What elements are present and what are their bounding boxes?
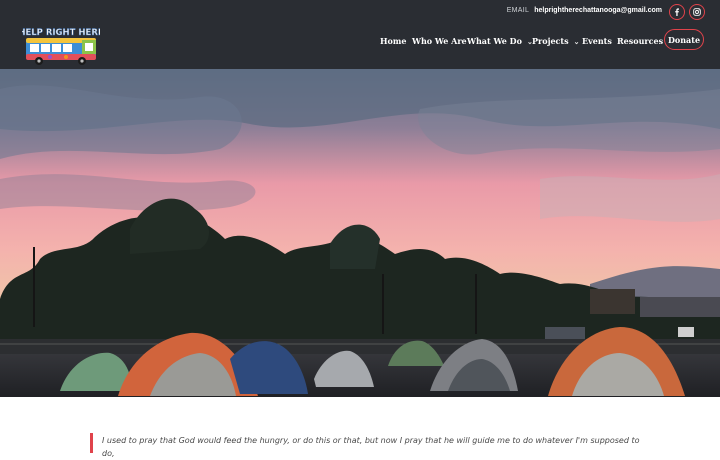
- nav-resources[interactable]: Resources: [617, 36, 663, 46]
- nav-projects[interactable]: Projects ⌄: [532, 36, 580, 46]
- quote-section: I used to pray that God would feed the h…: [0, 397, 720, 458]
- chevron-down-icon: ⌄: [573, 36, 580, 46]
- instagram-icon[interactable]: [689, 4, 705, 20]
- quote-accent-bar: [90, 433, 93, 453]
- email-label: EMAIL: [506, 7, 529, 14]
- site-logo[interactable]: HELP RIGHT HERE: [18, 26, 104, 68]
- nav-events[interactable]: Events: [582, 36, 612, 46]
- nav-who-we-are-label: Who We Are: [412, 36, 467, 46]
- facebook-icon[interactable]: [669, 4, 685, 20]
- nav-home[interactable]: Home: [380, 36, 406, 46]
- logo-lettering: HELP RIGHT HERE: [22, 28, 100, 38]
- top-bar: EMAIL helprightherechattanooga@gmail.com: [0, 0, 720, 24]
- nav-resources-label: Resources: [617, 36, 664, 46]
- contact-email[interactable]: EMAIL helprightherechattanooga@gmail.com: [507, 7, 662, 14]
- nav-projects-label: Projects: [532, 36, 569, 46]
- nav-who-we-are[interactable]: Who We Are: [412, 36, 467, 46]
- nav-home-label: Home: [380, 36, 407, 46]
- quote-text: I used to pray that God would feed the h…: [102, 436, 640, 458]
- nav-events-label: Events: [582, 36, 612, 46]
- hero-image: [0, 69, 720, 397]
- main-header: HELP RIGHT HERE Home Who We Are What We …: [0, 24, 720, 69]
- nav-what-we-do-label: What We Do: [467, 36, 522, 46]
- email-address[interactable]: helprightherechattanooga@gmail.com: [534, 7, 662, 14]
- nav-what-we-do[interactable]: What We Do ⌄: [467, 36, 533, 46]
- donate-button[interactable]: Donate: [664, 29, 704, 50]
